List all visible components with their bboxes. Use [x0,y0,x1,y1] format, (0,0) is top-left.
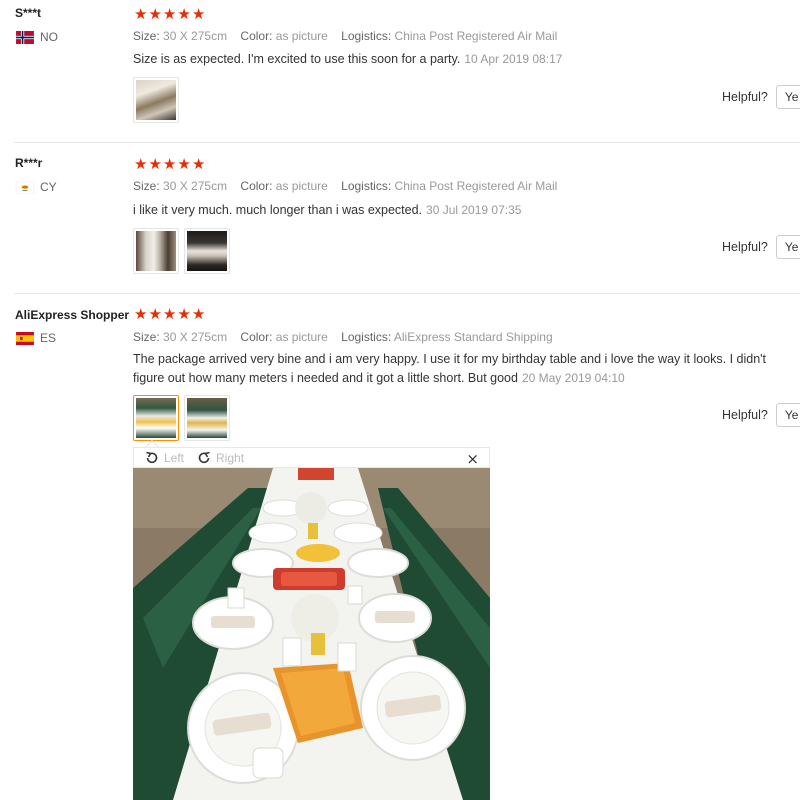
helpful-yes-button[interactable]: Ye [775,235,800,259]
helpful-label: Helpful? [722,90,768,104]
size-value: 30 X 275cm [163,330,228,344]
size-value: 30 X 275cm [163,29,228,43]
star-icon: ★ [148,155,162,173]
review-photo-thumbnail[interactable] [184,228,230,274]
photo-image [187,398,227,438]
star-icon: ★ [191,305,206,323]
logistics-label: Logistics: [341,29,392,43]
logistics-value: China Post Registered Air Mail [394,29,558,43]
review-body-line-1: The package arrived very bine and i am v… [133,352,767,366]
star-icon: ★ [177,305,191,323]
spain-flag-icon [15,331,35,345]
logistics-label: Logistics: [341,330,392,344]
table-setting-photo [133,468,490,800]
reviewer-name: R***r [15,156,43,170]
helpful-section: Helpful? Ye [722,85,800,109]
close-icon[interactable]: × [466,450,479,468]
size-value: 30 X 275cm [163,179,228,193]
star-rating: ★ ★ ★ ★ ★ [134,7,205,22]
size-label: Size: [133,179,160,193]
star-icon: ★ [134,305,148,323]
review-date: 10 Apr 2019 08:17 [464,52,563,66]
star-icon: ★ [162,155,177,173]
photo-image [136,231,176,271]
star-icon: ★ [162,5,177,23]
star-icon: ★ [148,305,162,323]
country-code: ES [40,331,57,345]
review-1: S***t NO ★ ★ ★ ★ ★ Size: 30 X 275cm Color: a… [0,0,800,142]
rotate-right-label: Right [216,450,245,465]
helpful-yes-button[interactable]: Ye [775,85,800,109]
country-code: NO [40,30,58,44]
rotate-left-icon [146,451,158,463]
star-icon: ★ [177,5,191,23]
color-value: as picture [275,179,328,193]
order-info: Size: 30 X 275cm Color: as picture Logis… [133,29,557,43]
review-body-line-2: figure out how many meters i needed and … [133,371,518,385]
review-photo-thumbnail-selected[interactable] [133,395,179,441]
photo-viewer: Left Right × [133,439,490,800]
helpful-section: Helpful? Ye [722,403,800,427]
star-rating: ★ ★ ★ ★ ★ [134,157,205,172]
reviewer-name: AliExpress Shopper [15,308,130,322]
photo-image [187,231,227,271]
star-icon: ★ [177,155,191,173]
photo-image [136,398,176,438]
reviewer-country: ES [15,331,56,345]
review-photo-thumbnail[interactable] [184,395,230,441]
cyprus-flag-icon [15,180,35,194]
norway-flag-icon [15,30,35,44]
star-icon: ★ [191,5,206,23]
viewer-toolbar: Left Right × [133,447,490,468]
color-label: Color: [240,179,273,193]
helpful-section: Helpful? Ye [722,235,800,259]
color-label: Color: [240,29,273,43]
helpful-label: Helpful? [722,240,768,254]
rotate-right-icon [198,451,210,463]
review-2: R***r CY ★ ★ ★ ★ ★ Size: 30 X 275cm Color: a… [0,150,800,292]
reviewer-country: CY [15,180,57,194]
star-icon: ★ [134,5,148,23]
reviewer-country: NO [15,30,58,44]
review-photo-thumbnail[interactable] [133,77,179,123]
rotate-right-button[interactable]: Right [196,450,244,466]
logistics-value: AliExpress Standard Shipping [393,330,553,344]
color-value: as picture [275,330,328,344]
photo-image [136,80,176,120]
review-text: Size is as expected. I'm excited to use … [133,50,562,69]
viewer-photo [133,468,490,800]
review-divider [14,142,800,143]
review-date: 30 Jul 2019 07:35 [426,203,522,217]
review-date: 20 May 2019 04:10 [521,371,625,385]
star-rating: ★ ★ ★ ★ ★ [134,307,205,322]
helpful-yes-button[interactable]: Ye [775,403,800,427]
review-text: i like it very much. much longer than i … [133,201,521,220]
star-icon: ★ [134,155,148,173]
star-icon: ★ [191,155,206,173]
size-label: Size: [133,29,160,43]
color-label: Color: [240,330,273,344]
review-photo-thumbnail[interactable] [133,228,179,274]
review-text: The package arrived very bine and i am v… [133,350,800,388]
rotate-left-label: Left [164,450,185,465]
rotate-left-button[interactable]: Left [144,450,184,466]
color-value: as picture [275,29,328,43]
reviewer-name: S***t [15,6,42,20]
logistics-label: Logistics: [341,179,392,193]
order-info: Size: 30 X 275cm Color: as picture Logis… [133,179,557,193]
review-body: Size is as expected. I'm excited to use … [133,52,461,66]
star-icon: ★ [148,5,162,23]
order-info: Size: 30 X 275cm Color: as picture Logis… [133,330,553,344]
review-body: i like it very much. much longer than i … [133,203,423,217]
size-label: Size: [133,330,160,344]
logistics-value: China Post Registered Air Mail [394,179,558,193]
country-code: CY [40,180,57,194]
helpful-label: Helpful? [722,408,768,422]
review-divider [14,293,800,294]
star-icon: ★ [162,305,177,323]
